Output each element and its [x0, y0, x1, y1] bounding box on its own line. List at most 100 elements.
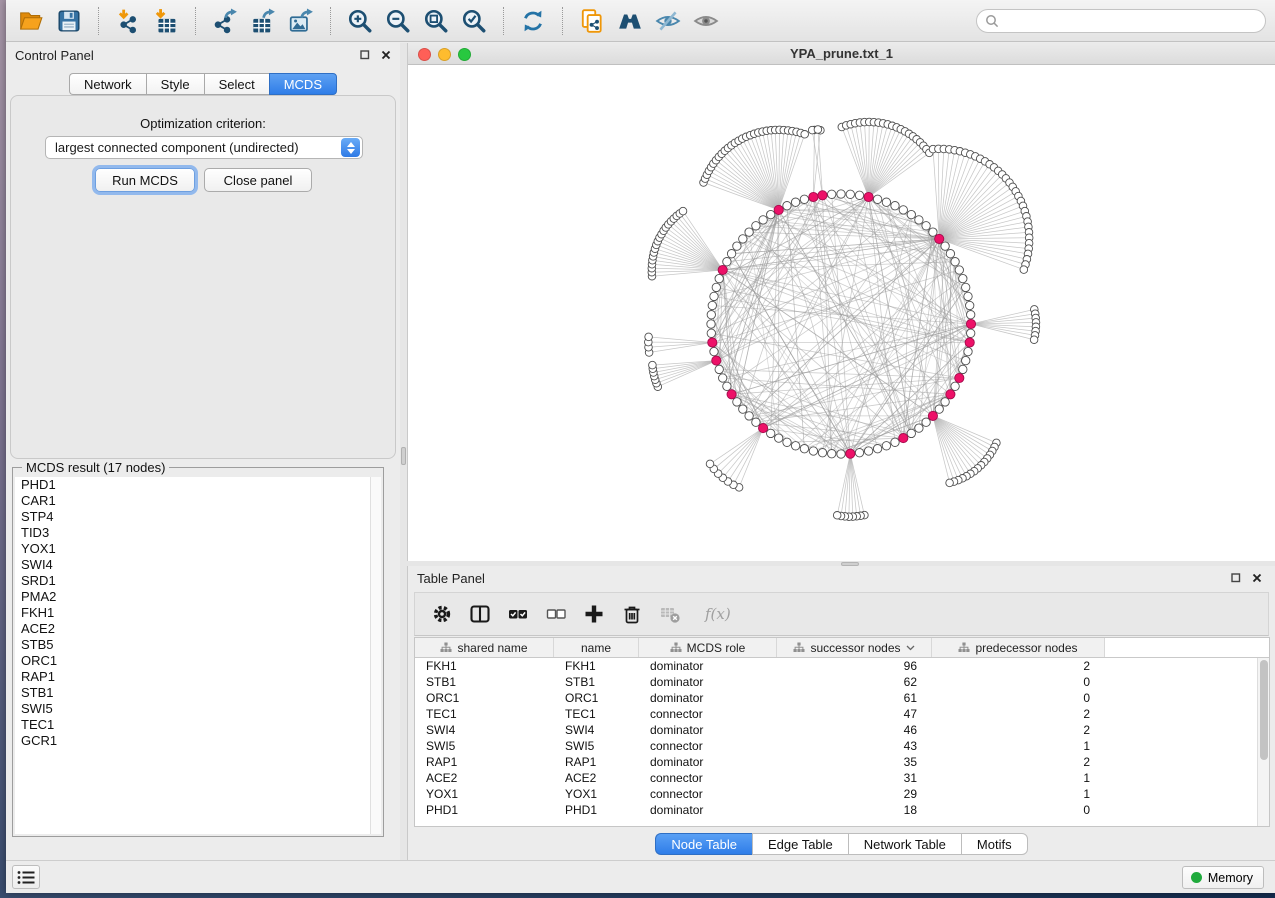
- search-input[interactable]: [1004, 11, 1265, 31]
- graph-node[interactable]: [800, 195, 808, 203]
- graph-leaf-node[interactable]: [946, 479, 954, 487]
- select-all-rows-button[interactable]: [507, 603, 529, 625]
- graph-node[interactable]: [791, 198, 799, 206]
- graph-node[interactable]: [712, 283, 720, 291]
- graph-node[interactable]: [864, 447, 872, 455]
- delete-columns-button[interactable]: [621, 603, 643, 625]
- mcds-result-item[interactable]: PHD1: [15, 477, 370, 493]
- graph-node[interactable]: [739, 405, 747, 413]
- graph-node[interactable]: [733, 398, 741, 406]
- mcds-result-item[interactable]: SWI4: [15, 557, 370, 573]
- graph-node[interactable]: [791, 442, 799, 450]
- mcds-result-item[interactable]: STP4: [15, 509, 370, 525]
- graph-node[interactable]: [964, 347, 972, 355]
- graph-node[interactable]: [752, 222, 760, 230]
- graph-hub-node[interactable]: [955, 373, 964, 382]
- zoom-selected-region-button[interactable]: [457, 4, 491, 38]
- run-mcds-button[interactable]: Run MCDS: [95, 168, 195, 192]
- zoom-in-button[interactable]: [343, 4, 377, 38]
- graph-leaf-node[interactable]: [645, 333, 653, 341]
- footer-tab-edge-table[interactable]: Edge Table: [752, 833, 848, 855]
- graph-node[interactable]: [707, 320, 715, 328]
- graph-leaf-node[interactable]: [1030, 336, 1038, 344]
- graph-node[interactable]: [719, 374, 727, 382]
- search-box[interactable]: [976, 9, 1266, 33]
- vertical-splitter[interactable]: [400, 43, 407, 860]
- graph-node[interactable]: [800, 445, 808, 453]
- open-session-button[interactable]: [14, 4, 48, 38]
- footer-tab-network-table[interactable]: Network Table: [848, 833, 961, 855]
- graph-node[interactable]: [767, 429, 775, 437]
- graph-node[interactable]: [707, 329, 715, 337]
- graph-node[interactable]: [775, 434, 783, 442]
- graph-node[interactable]: [922, 418, 930, 426]
- hide-graphics-details-button[interactable]: [651, 4, 685, 38]
- footer-tab-node-table[interactable]: Node Table: [655, 833, 752, 855]
- new-network-from-selection-button[interactable]: [575, 4, 609, 38]
- graph-leaf-node[interactable]: [801, 131, 809, 139]
- table-row[interactable]: STB1STB1dominator620: [415, 674, 1269, 690]
- show-graphics-details-button[interactable]: [689, 4, 723, 38]
- graph-hub-node[interactable]: [966, 319, 975, 328]
- graph-leaf-node[interactable]: [706, 460, 714, 468]
- graph-node[interactable]: [962, 283, 970, 291]
- graph-node[interactable]: [915, 216, 923, 224]
- mcds-result-item[interactable]: GCR1: [15, 733, 370, 749]
- graph-node[interactable]: [809, 447, 817, 455]
- tab-style[interactable]: Style: [146, 73, 204, 95]
- graph-leaf-node[interactable]: [833, 512, 841, 520]
- graph-node[interactable]: [915, 424, 923, 432]
- graph-leaf-node[interactable]: [814, 126, 822, 134]
- table-row[interactable]: FKH1FKH1dominator962: [415, 658, 1269, 674]
- graph-node[interactable]: [837, 450, 845, 458]
- close-panel-icon[interactable]: [380, 49, 392, 61]
- tab-mcds[interactable]: MCDS: [269, 73, 337, 95]
- table-scrollbar-thumb[interactable]: [1260, 660, 1268, 760]
- table-scrollbar[interactable]: [1257, 658, 1269, 826]
- graph-hub-node[interactable]: [818, 191, 827, 200]
- mcds-result-item[interactable]: SRD1: [15, 573, 370, 589]
- graph-node[interactable]: [828, 190, 836, 198]
- graph-node[interactable]: [891, 202, 899, 210]
- graph-hub-node[interactable]: [935, 234, 944, 243]
- graph-node[interactable]: [828, 450, 836, 458]
- graph-hub-node[interactable]: [759, 424, 768, 433]
- mcds-result-item[interactable]: TEC1: [15, 717, 370, 733]
- mcds-result-item[interactable]: CAR1: [15, 493, 370, 509]
- mcds-result-item[interactable]: ORC1: [15, 653, 370, 669]
- close-panel-button[interactable]: Close panel: [204, 168, 312, 192]
- graph-node[interactable]: [745, 228, 753, 236]
- graph-node[interactable]: [710, 292, 718, 300]
- zoom-out-button[interactable]: [381, 4, 415, 38]
- float-table-panel-icon[interactable]: [1230, 572, 1242, 584]
- column-header-predecessor-nodes[interactable]: predecessor nodes: [932, 638, 1105, 657]
- mcds-result-item[interactable]: YOX1: [15, 541, 370, 557]
- close-table-panel-icon[interactable]: [1251, 572, 1263, 584]
- graph-node[interactable]: [715, 274, 723, 282]
- apply-preferred-layout-button[interactable]: [516, 4, 550, 38]
- graph-hub-node[interactable]: [946, 390, 955, 399]
- export-image-button[interactable]: [284, 4, 318, 38]
- graph-node[interactable]: [707, 311, 715, 319]
- graph-leaf-node[interactable]: [649, 361, 657, 369]
- graph-node[interactable]: [922, 222, 930, 230]
- graph-node[interactable]: [882, 198, 890, 206]
- graph-hub-node[interactable]: [718, 265, 727, 274]
- graph-node[interactable]: [846, 190, 854, 198]
- graph-hub-node[interactable]: [965, 338, 974, 347]
- table-row[interactable]: RAP1RAP1dominator352: [415, 754, 1269, 770]
- tab-select[interactable]: Select: [204, 73, 269, 95]
- tab-network[interactable]: Network: [69, 73, 146, 95]
- network-canvas[interactable]: [408, 65, 1275, 561]
- graph-node[interactable]: [837, 190, 845, 198]
- graph-node[interactable]: [967, 329, 975, 337]
- mcds-result-item[interactable]: FKH1: [15, 605, 370, 621]
- graph-node[interactable]: [783, 438, 791, 446]
- graph-node[interactable]: [855, 449, 863, 457]
- import-table-button[interactable]: [149, 4, 183, 38]
- mcds-result-item[interactable]: PMA2: [15, 589, 370, 605]
- graph-node[interactable]: [951, 258, 959, 266]
- mcds-result-item[interactable]: SWI5: [15, 701, 370, 717]
- graph-node[interactable]: [929, 228, 937, 236]
- graph-node[interactable]: [723, 258, 731, 266]
